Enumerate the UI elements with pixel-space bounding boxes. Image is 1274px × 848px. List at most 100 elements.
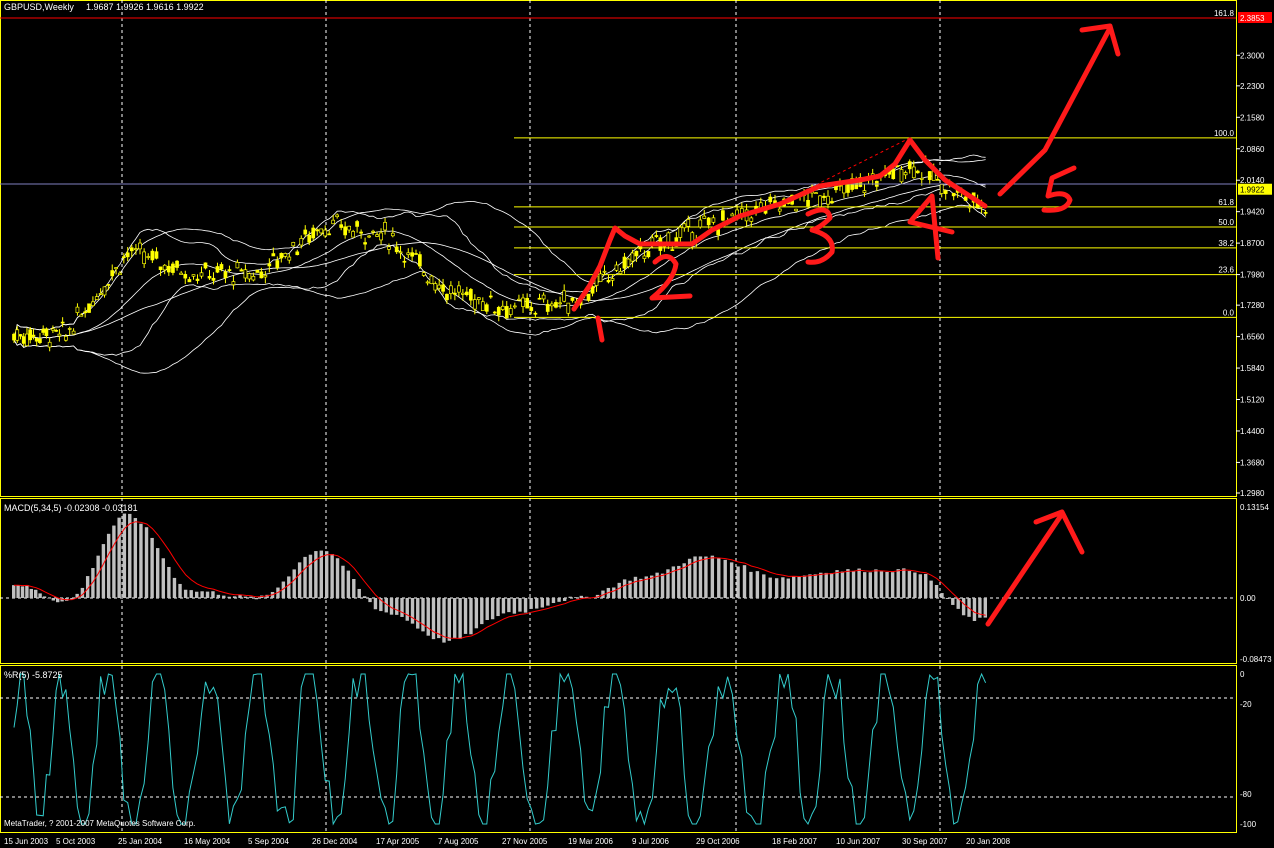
time-tick-label: 25 Jan 2004 [118,837,163,846]
candle-body [806,199,810,207]
candle-body [421,272,426,276]
candle-body [102,286,107,296]
price-tick-label: 1.4400 [1240,427,1265,436]
candle-body [251,275,256,281]
macd-bar [325,551,329,598]
candle-body [319,228,324,234]
candle-body [777,208,782,212]
macd-panel[interactable]: MACD(5,34,5) -0.02308 -0.03181 [0,503,1236,643]
macd-bar [34,589,38,598]
macd-bar [907,571,912,598]
candle-body [327,233,332,236]
candle-body [379,232,383,241]
williams-r-panel[interactable]: %R(5) -5.8725 MetaTrader, ? 2001-2007 Me… [0,670,1236,828]
candle-body [118,272,122,275]
macd-bar [431,598,436,640]
macd-bar [20,586,25,598]
macd-bar [25,585,29,598]
macd-bar [161,558,165,598]
candle-body [31,334,36,337]
candle-body [457,285,461,293]
candle-body [525,297,530,309]
candle-body [500,305,505,310]
candle-body [590,286,595,294]
candle-body [247,273,252,280]
macd-bar [622,579,627,598]
macd-bar [287,576,291,598]
macd-bar [144,527,149,598]
trading-chart[interactable]: 161.8 100.0 61.8 50.0 38.2 23.6 0.0 GBPUSD,Wee… [0,0,1274,848]
candle-body [558,302,562,305]
macd-bar [574,597,578,598]
macd-bar [755,571,760,598]
candle-body [414,253,418,255]
candle-body [702,215,707,219]
candle-body [418,254,422,267]
wave-label-1 [595,315,605,343]
macd-bar [150,537,154,598]
candle-body [586,293,591,301]
candle-body [227,269,232,271]
candle-body [71,330,76,335]
candle-body [826,195,830,205]
macd-bar [682,563,686,598]
candle-body [951,192,956,197]
time-tick-label: 30 Sep 2007 [902,837,948,846]
chart-title: GBPUSD,Weekly [4,2,74,12]
candle-body [654,235,659,237]
candle-body [425,281,430,284]
macd-bar [426,598,430,636]
time-tick-label: 19 Mar 2006 [568,837,613,846]
price-tick-label: 2.0860 [1240,145,1265,154]
candle-body [488,295,493,298]
macd-bar [501,598,506,614]
candle-body [75,306,80,313]
candle-body [67,328,72,330]
macd-bar [551,598,556,604]
wave-label-5 [1041,165,1077,213]
candle-body [468,289,473,301]
candle-body [18,334,23,337]
candle-body [129,247,134,252]
price-tick-label: 1.7280 [1240,301,1265,310]
top-marker-label: 2.3853 [1240,14,1265,23]
candle-body [323,229,328,237]
macd-bar [885,571,889,598]
macd-bar [47,598,51,599]
candle-body [768,196,773,203]
macd-bar [808,574,812,598]
candle-body [598,273,603,283]
macd-bar [155,548,160,598]
candle-body [367,235,371,238]
candle-body [545,303,550,312]
candle-body [711,217,716,223]
candle-body [311,227,316,239]
candle-body [642,255,647,259]
candle-body [15,329,20,341]
wpr-title: %R(5) -5.8725 [4,670,63,680]
macd-bar [12,585,16,598]
candle-body [175,260,179,268]
macd-bar [243,596,248,598]
macd-bar [341,565,345,598]
candle-body [287,256,292,261]
candle-body [166,265,171,273]
candle-body [453,292,457,295]
macd-bar [723,559,727,598]
time-tick-label: 9 Jul 2006 [632,837,669,846]
candle-body [570,297,575,301]
candle-body [51,328,55,331]
fib-level-label: 161.8 [1214,9,1235,18]
candle-body [461,292,465,295]
candle-body [830,201,834,204]
wpr-panel-frame [0,665,1237,833]
macd-bar [410,598,415,624]
candle-body [343,226,348,236]
macd-bar [330,554,334,598]
macd-bar [835,570,839,598]
macd-bar [617,582,621,598]
candle-body [303,229,308,235]
macd-bar [205,591,210,598]
macd-bar [200,591,204,598]
candle-body [706,217,711,226]
